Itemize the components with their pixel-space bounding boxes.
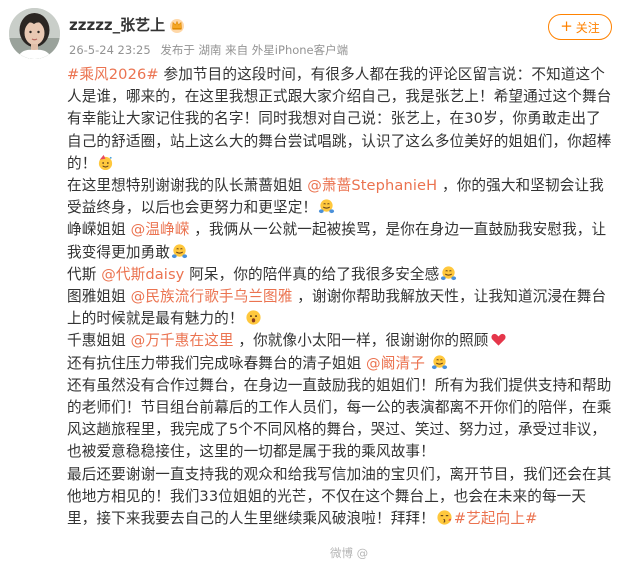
hashtag-link[interactable]: #乘风2026# xyxy=(67,66,159,83)
follow-label: 关注 xyxy=(575,20,600,35)
heart-icon xyxy=(490,334,506,347)
post-meta: 26-5-24 23:25 发布于 湖南 来自 外星iPhone客户端 xyxy=(69,42,354,58)
kiss-face-emoji-icon xyxy=(437,510,452,525)
surprised-face-emoji-icon xyxy=(245,310,261,325)
post-content: #乘风2026# 参加节目的这段时间，有很多人都在我的评论区留言说：不知道这个人… xyxy=(67,64,615,530)
paragraph-qianhui: 千惠姐姐 @万千惠在这里 ，你就像小太阳一样，很谢谢你的照顾 xyxy=(67,330,615,352)
mention-link[interactable]: @万千惠在这里 xyxy=(131,332,234,349)
weibo-watermark: 微博 @ xyxy=(330,546,369,560)
post-timestamp[interactable]: 26-5-24 23:25 xyxy=(69,43,151,57)
hug-emoji-icon xyxy=(441,266,457,280)
paragraph-text: 峥嵘姐姐 xyxy=(67,221,131,239)
paragraph-text xyxy=(425,355,430,372)
mention-link[interactable]: @民族流行歌手乌兰图雅 xyxy=(131,288,293,305)
paragraph-text: 千惠姐姐 xyxy=(67,332,131,350)
paragraph-captain: 在这里想特别谢谢我的队长萧蔷姐姐 @萧蔷StephanieH ，你的强大和坚韧会… xyxy=(67,175,615,219)
follow-button[interactable]: + 关注 xyxy=(548,14,612,40)
paragraph-intro: #乘风2026# 参加节目的这段时间，有很多人都在我的评论区留言说：不知道这个人… xyxy=(67,64,615,175)
paragraph-text: 在这里想特别谢谢我的队长萧蔷姐姐 xyxy=(67,177,308,195)
paragraph-text: 还有抗住压力带我们完成咏春舞台的清子姐姐 xyxy=(67,354,367,372)
plus-icon: + xyxy=(560,17,573,35)
post-source: 发布于 湖南 来自 外星iPhone客户端 xyxy=(160,43,349,57)
paragraph-daisy: 代斯 @代斯daisy 阿呆，你的陪伴真的给了我很多安全感 xyxy=(67,264,615,286)
hashtag-link[interactable]: #艺起向上# xyxy=(454,510,538,527)
hug-emoji-icon xyxy=(171,244,188,258)
avatar[interactable] xyxy=(9,8,60,59)
paragraph-text: 阿呆，你的陪伴真的给了我很多安全感 xyxy=(184,265,440,283)
party-face-emoji-icon xyxy=(99,154,113,170)
post-header: zzzzz_张艺上 26-5-24 23:25 发布于 湖南 来自 外星iPho… xyxy=(0,0,627,66)
paragraph-qingzi: 还有抗住压力带我们完成咏春舞台的清子姐姐 @阚清子 xyxy=(67,353,615,375)
mention-link[interactable]: @温峥嵘 xyxy=(131,221,190,238)
paragraph-zhengrong: 峥嵘姐姐 @温峥嵘 ，我俩从一公就一起被挨骂，是你在身边一直鼓励我安慰我，让我变… xyxy=(67,219,615,263)
paragraph-tuya: 图雅姐姐 @民族流行歌手乌兰图雅 ，谢谢你帮助我解放天性，让我知道沉浸在舞台上的… xyxy=(67,286,615,330)
paragraph-text: 图雅姐姐 xyxy=(67,288,131,306)
paragraph-closing: 最后还要谢谢一直支持我的观众和给我写信加油的宝贝们，离开节目，我们还会在其他地方… xyxy=(67,464,615,531)
paragraph-text: 还有虽然没有合作过舞台，在身边一直鼓励我的姐姐们！所有为我们提供支持和帮助的老师… xyxy=(67,376,612,461)
hug-emoji-icon xyxy=(431,355,447,369)
hug-emoji-icon xyxy=(319,199,335,214)
paragraph-text: ，你就像小太阳一样，很谢谢你的照顾 xyxy=(233,332,489,350)
username[interactable]: zzzzz_张艺上 xyxy=(69,14,165,35)
crown-icon xyxy=(170,18,185,33)
mention-link[interactable]: @萧蔷StephanieH xyxy=(307,177,437,194)
username-row: zzzzz_张艺上 xyxy=(69,14,185,35)
mention-link[interactable]: @代斯daisy xyxy=(101,266,184,283)
mention-link[interactable]: @阚清子 xyxy=(366,355,425,372)
paragraph-text: 代斯 xyxy=(67,265,102,283)
paragraph-thanks-all: 还有虽然没有合作过舞台，在身边一直鼓励我的姐姐们！所有为我们提供支持和帮助的老师… xyxy=(67,375,615,464)
